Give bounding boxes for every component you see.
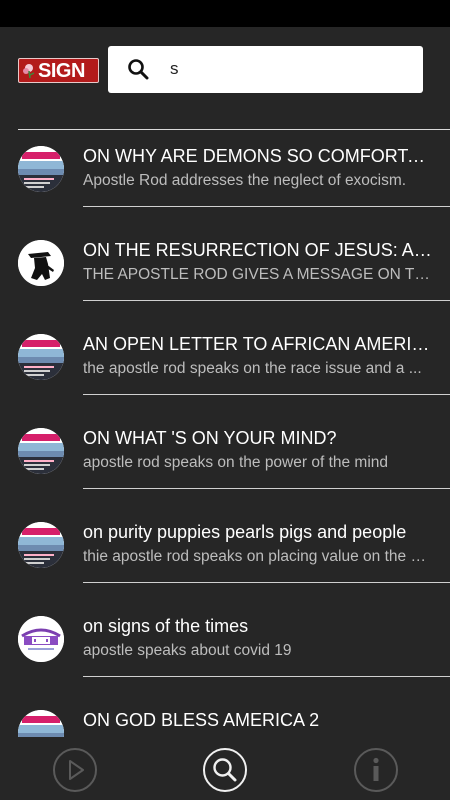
item-title: ON THE RESURRECTION OF JESUS: AN APOSTOL…	[83, 240, 433, 260]
logo-text: SIGN	[38, 60, 85, 82]
list-item[interactable]: on purity puppies pearls pigs and people…	[0, 481, 450, 583]
item-title: ON WHAT 'S ON YOUR MIND?	[83, 428, 337, 448]
list-item[interactable]: ON GOD BLESS AMERICA 2	[0, 669, 450, 737]
info-icon[interactable]	[353, 747, 399, 793]
sign-poster-thumbnail	[18, 522, 64, 568]
item-title: ON GOD BLESS AMERICA 2	[83, 710, 320, 730]
list-item[interactable]: ON WHAT 'S ON YOUR MIND? apostle rod spe…	[0, 387, 450, 489]
silhouette-thumbnail	[18, 240, 64, 286]
list-item[interactable]: AN OPEN LETTER TO AFRICAN AMERICANS the …	[0, 293, 450, 395]
item-subtitle: THE APOSTLE ROD GIVES A MESSAGE ON THE R…	[83, 266, 433, 283]
search-bar[interactable]	[108, 46, 423, 93]
item-subtitle: Apostle Rod addresses the neglect of exo…	[83, 172, 407, 189]
sign-poster-thumbnail	[18, 334, 64, 380]
item-subtitle: apostle rod speaks on the power of the m…	[83, 454, 389, 471]
play-icon[interactable]	[52, 747, 98, 793]
bottom-nav	[0, 737, 450, 800]
header: SIGN	[0, 27, 450, 130]
list-item[interactable]: ON THE RESURRECTION OF JESUS: AN APOSTOL…	[0, 199, 450, 301]
item-title: on signs of the times	[83, 616, 249, 636]
sign-poster-thumbnail	[18, 710, 64, 737]
item-subtitle: the apostle rod speaks on the race issue…	[83, 360, 422, 377]
item-title: ON WHY ARE DEMONS SO COMFORTABLE	[83, 146, 433, 166]
sign-poster-thumbnail	[18, 428, 64, 474]
list-item[interactable]: on signs of the times apostle speaks abo…	[0, 575, 450, 677]
logo-flower-icon	[23, 64, 35, 79]
status-bar	[0, 0, 450, 27]
results-list: ON WHY ARE DEMONS SO COMFORTABLE Apostle…	[0, 105, 450, 737]
item-title: AN OPEN LETTER TO AFRICAN AMERICANS	[83, 334, 433, 354]
search-icon[interactable]	[127, 58, 149, 80]
search-input[interactable]	[170, 56, 400, 82]
sign-logo: SIGN	[18, 58, 99, 83]
sign-poster-thumbnail	[18, 146, 64, 192]
purple-banner-thumbnail	[18, 616, 64, 662]
search-icon[interactable]	[202, 747, 248, 793]
item-subtitle: thie apostle rod speaks on placing value…	[83, 548, 433, 565]
item-title: on purity puppies pearls pigs and people	[83, 522, 407, 542]
item-subtitle: apostle speaks about covid 19	[83, 642, 292, 659]
list-item[interactable]: ON WHY ARE DEMONS SO COMFORTABLE Apostle…	[0, 105, 450, 207]
